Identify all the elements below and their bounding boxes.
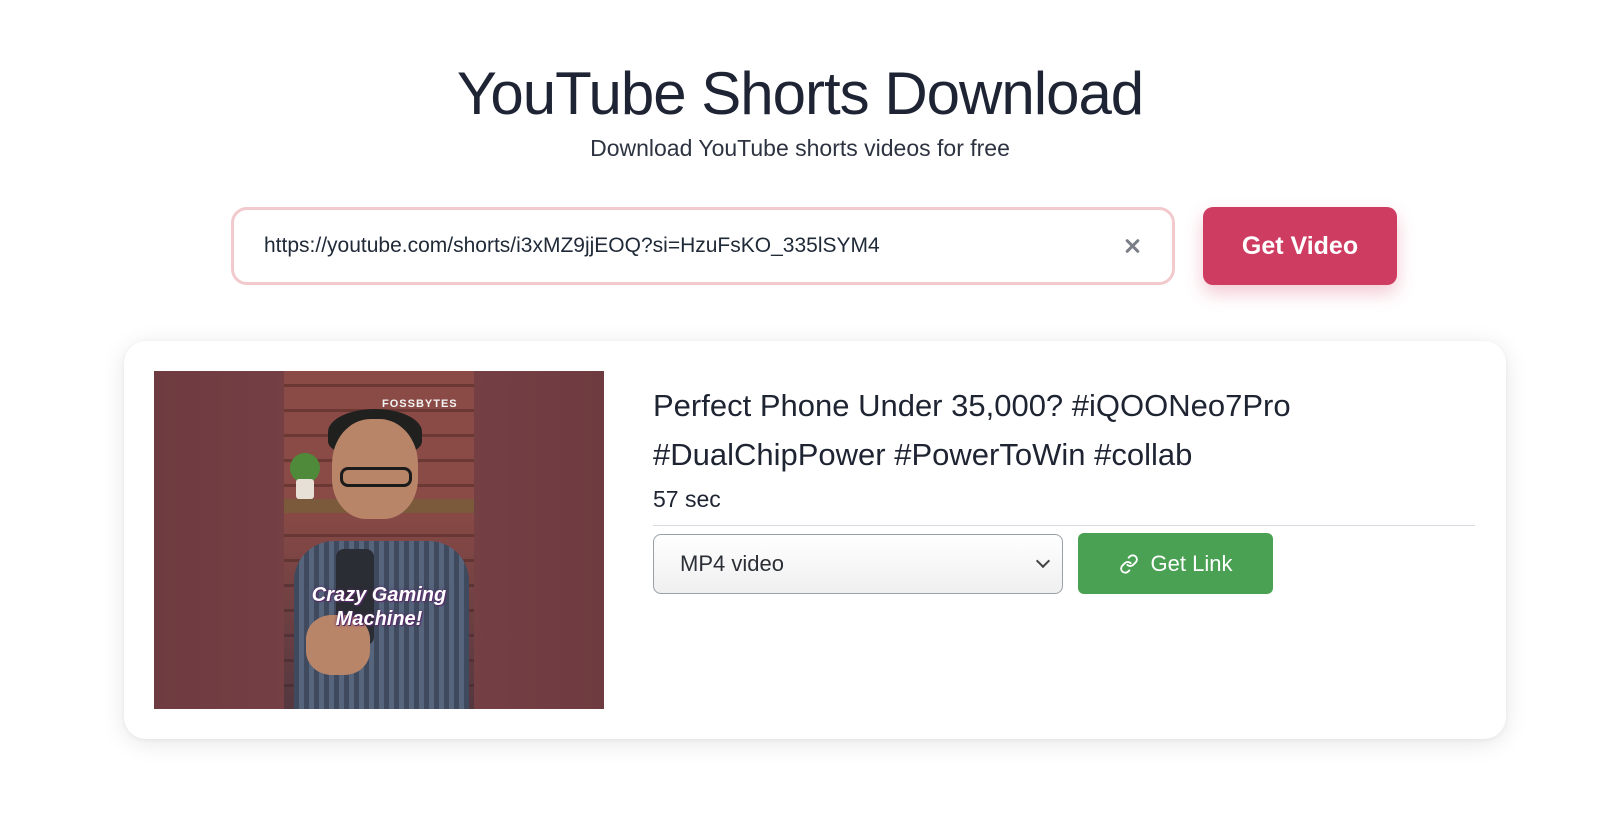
get-link-label: Get Link: [1150, 550, 1233, 576]
video-info: Perfect Phone Under 35,000? #iQOONeo7Pro…: [653, 381, 1475, 594]
video-duration: 57 sec: [653, 486, 721, 512]
get-link-button[interactable]: Get Link: [1078, 533, 1273, 594]
page-title: YouTube Shorts Download: [456, 60, 1144, 127]
url-input[interactable]: [264, 234, 1120, 258]
result-card: FOSSBYTES Crazy Gaming Machine! Perfect …: [124, 341, 1506, 739]
format-select[interactable]: MP4 video: [653, 533, 1063, 594]
search-bar: Get Video: [231, 207, 1397, 285]
video-title: Perfect Phone Under 35,000? #iQOONeo7Pro…: [653, 388, 1291, 472]
video-thumbnail: FOSSBYTES Crazy Gaming Machine!: [154, 371, 604, 709]
thumbnail-frame: [284, 371, 474, 709]
download-controls: MP4 video Get Link: [653, 533, 1475, 594]
chevron-down-icon: [1035, 553, 1051, 568]
page-subtitle: Download YouTube shorts videos for free: [590, 135, 1010, 161]
get-video-button[interactable]: Get Video: [1203, 207, 1397, 285]
thumbnail-brand: FOSSBYTES: [382, 398, 458, 410]
divider: [653, 525, 1475, 526]
header: YouTube Shorts Download Download YouTube…: [0, 0, 1600, 162]
link-icon: [1119, 553, 1139, 574]
close-icon[interactable]: [1120, 234, 1144, 258]
thumbnail-overlay-text: Crazy Gaming Machine!: [311, 584, 447, 630]
url-input-container: [231, 207, 1175, 285]
format-select-value: MP4 video: [680, 550, 784, 576]
